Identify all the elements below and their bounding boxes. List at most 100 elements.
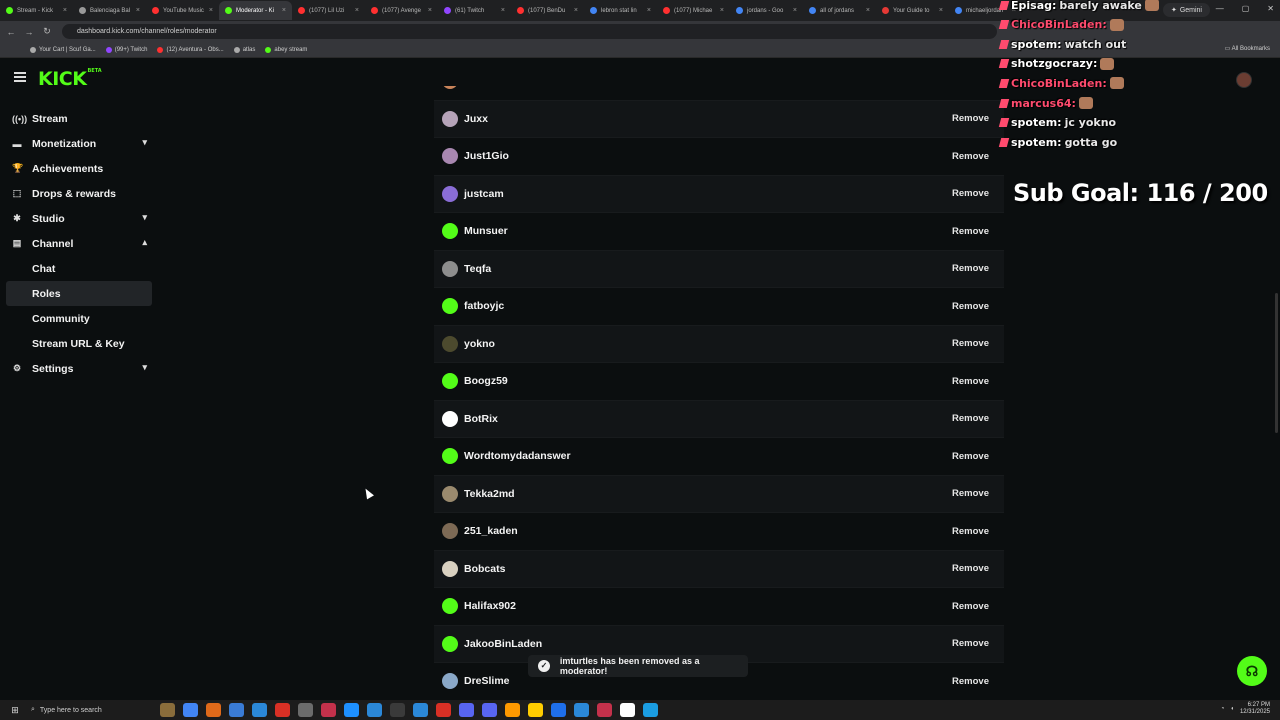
taskbar-app-icon[interactable] — [252, 703, 267, 717]
taskbar-app-icon[interactable] — [298, 703, 313, 717]
remove-button[interactable]: Remove — [952, 188, 989, 199]
windows-start-icon[interactable]: ⊞ — [5, 705, 25, 716]
browser-tab[interactable]: (1077) BenDu × — [511, 1, 584, 20]
bookmark-item[interactable]: (12) Aventura - Obs... — [157, 46, 224, 53]
moderator-name[interactable]: Just1Gio — [464, 150, 509, 162]
kick-logo[interactable]: KICKBETA — [38, 68, 102, 90]
chevron-down-icon[interactable]: ▾ — [142, 137, 147, 148]
moderator-name[interactable]: fatboyjc — [464, 300, 504, 312]
remove-button[interactable]: Remove — [952, 338, 989, 349]
moderator-name[interactable]: Juxx — [464, 113, 488, 125]
tab-close-icon[interactable]: × — [939, 7, 943, 14]
moderator-name[interactable]: Halifax902 — [464, 600, 516, 612]
browser-tab[interactable]: YouTube Music × — [146, 1, 219, 20]
sidebar-item-stream[interactable]: ((•)) Stream — [0, 106, 152, 131]
tab-close-icon[interactable]: × — [282, 7, 286, 14]
sidebar-item-achievements[interactable]: 🏆 Achievements — [0, 156, 152, 181]
moderator-name[interactable]: justcam — [464, 188, 504, 200]
page-scrollbar[interactable] — [1275, 293, 1278, 433]
sidebar-item-drops-rewards[interactable]: ⬚ Drops & rewards — [0, 181, 152, 206]
sidebar-subitem-roles[interactable]: Roles — [6, 281, 152, 306]
menu-icon[interactable] — [14, 72, 26, 82]
taskbar-app-icon[interactable] — [459, 703, 474, 717]
browser-tab[interactable]: (61) Twitch × — [438, 1, 511, 20]
bookmark-item[interactable]: Your Cart | Scuf Ga... — [30, 46, 96, 53]
moderator-name[interactable]: yokno — [464, 338, 495, 350]
browser-tab[interactable]: (1077) Avenge × — [365, 1, 438, 20]
taskbar-app-icon[interactable] — [620, 703, 635, 717]
taskbar-app-icon[interactable] — [482, 703, 497, 717]
moderator-name[interactable]: Boogz59 — [464, 375, 508, 387]
remove-button[interactable]: Remove — [952, 488, 989, 499]
taskbar-app-icon[interactable] — [275, 703, 290, 717]
browser-tab[interactable]: lebron stat lin × — [584, 1, 657, 20]
bookmark-item[interactable]: abey stream — [265, 46, 307, 53]
taskbar-app-icon[interactable] — [321, 703, 336, 717]
remove-button[interactable]: Remove — [952, 638, 989, 649]
taskbar-app-icon[interactable] — [528, 703, 543, 717]
volume-icon[interactable]: ◖ — [1230, 706, 1234, 712]
sidebar-item-channel[interactable]: ▤ Channel ▴ — [0, 231, 152, 256]
moderator-name[interactable]: Munsuer — [464, 225, 508, 237]
sidebar-item-settings[interactable]: ⚙ Settings ▾ — [0, 356, 152, 381]
browser-tab[interactable]: jordans - Goo × — [730, 1, 803, 20]
chevron-down-icon[interactable]: ▾ — [142, 362, 147, 373]
taskbar-app-icon[interactable] — [436, 703, 451, 717]
sidebar-item-studio[interactable]: ✱ Studio ▾ — [0, 206, 152, 231]
taskbar-app-icon[interactable] — [551, 703, 566, 717]
tab-close-icon[interactable]: × — [501, 7, 505, 14]
taskbar-app-icon[interactable] — [505, 703, 520, 717]
remove-button[interactable]: Remove — [952, 526, 989, 537]
remove-button[interactable]: Remove — [952, 413, 989, 424]
moderator-name[interactable]: Bobcats — [464, 563, 505, 575]
remove-button[interactable]: Remove — [952, 113, 989, 124]
remove-button[interactable]: Remove — [952, 263, 989, 274]
tab-close-icon[interactable]: × — [136, 7, 140, 14]
tab-close-icon[interactable]: × — [866, 7, 870, 14]
taskbar-search[interactable]: ⌕ Type here to search — [25, 703, 155, 717]
tab-close-icon[interactable]: × — [63, 7, 67, 14]
sidebar-item-monetization[interactable]: ▬ Monetization ▾ — [0, 131, 152, 156]
back-icon[interactable]: ← — [4, 27, 18, 37]
tab-close-icon[interactable]: × — [793, 7, 797, 14]
chevron-up-icon[interactable]: ▴ — [142, 237, 147, 248]
taskbar-app-icon[interactable] — [344, 703, 359, 717]
moderator-name[interactable]: DreSlime — [464, 675, 510, 687]
bookmark-item[interactable]: atlas — [233, 46, 255, 53]
moderator-name[interactable]: JakooBinLaden — [464, 638, 542, 650]
tab-close-icon[interactable]: × — [428, 7, 432, 14]
taskbar-app-icon[interactable] — [229, 703, 244, 717]
remove-button[interactable]: Remove — [952, 376, 989, 387]
taskbar-app-icon[interactable] — [183, 703, 198, 717]
tab-close-icon[interactable]: × — [647, 7, 651, 14]
remove-button[interactable]: Remove — [952, 226, 989, 237]
wifi-icon[interactable]: ◔ — [1221, 706, 1225, 712]
tab-close-icon[interactable]: × — [355, 7, 359, 14]
chevron-down-icon[interactable]: ▾ — [142, 212, 147, 223]
browser-tab[interactable]: (1077) Michae × — [657, 1, 730, 20]
taskbar-app-icon[interactable] — [574, 703, 589, 717]
tab-close-icon[interactable]: × — [720, 7, 724, 14]
sidebar-subitem-community[interactable]: Community — [0, 306, 152, 331]
taskbar-app-icon[interactable] — [206, 703, 221, 717]
taskbar-app-icon[interactable] — [643, 703, 658, 717]
taskbar-app-icon[interactable] — [367, 703, 382, 717]
browser-tab[interactable]: Your Guide to × — [876, 1, 949, 20]
browser-tab[interactable]: Balenciaga Bal × — [73, 1, 146, 20]
taskbar-app-icon[interactable] — [413, 703, 428, 717]
remove-button[interactable]: Remove — [952, 301, 989, 312]
help-chat-button[interactable]: ☊ — [1237, 656, 1267, 686]
remove-button[interactable]: Remove — [952, 451, 989, 462]
moderator-name[interactable]: Tekka2md — [464, 488, 515, 500]
moderator-name[interactable]: BotRix — [464, 413, 498, 425]
browser-tab[interactable]: all of jordans × — [803, 1, 876, 20]
remove-button[interactable]: Remove — [952, 563, 989, 574]
clock[interactable]: 6:27 PM 12/31/2025 — [1240, 702, 1270, 716]
url-input[interactable]: dashboard.kick.com/channel/roles/moderat… — [62, 24, 997, 39]
moderator-name[interactable]: spotem — [464, 86, 501, 87]
browser-tab[interactable]: (1077) Lil Uzi × — [292, 1, 365, 20]
remove-button[interactable]: Remove — [952, 86, 989, 87]
browser-tab[interactable]: Stream - Kick × — [0, 1, 73, 20]
tab-close-icon[interactable]: × — [574, 7, 578, 14]
remove-button[interactable]: Remove — [952, 151, 989, 162]
